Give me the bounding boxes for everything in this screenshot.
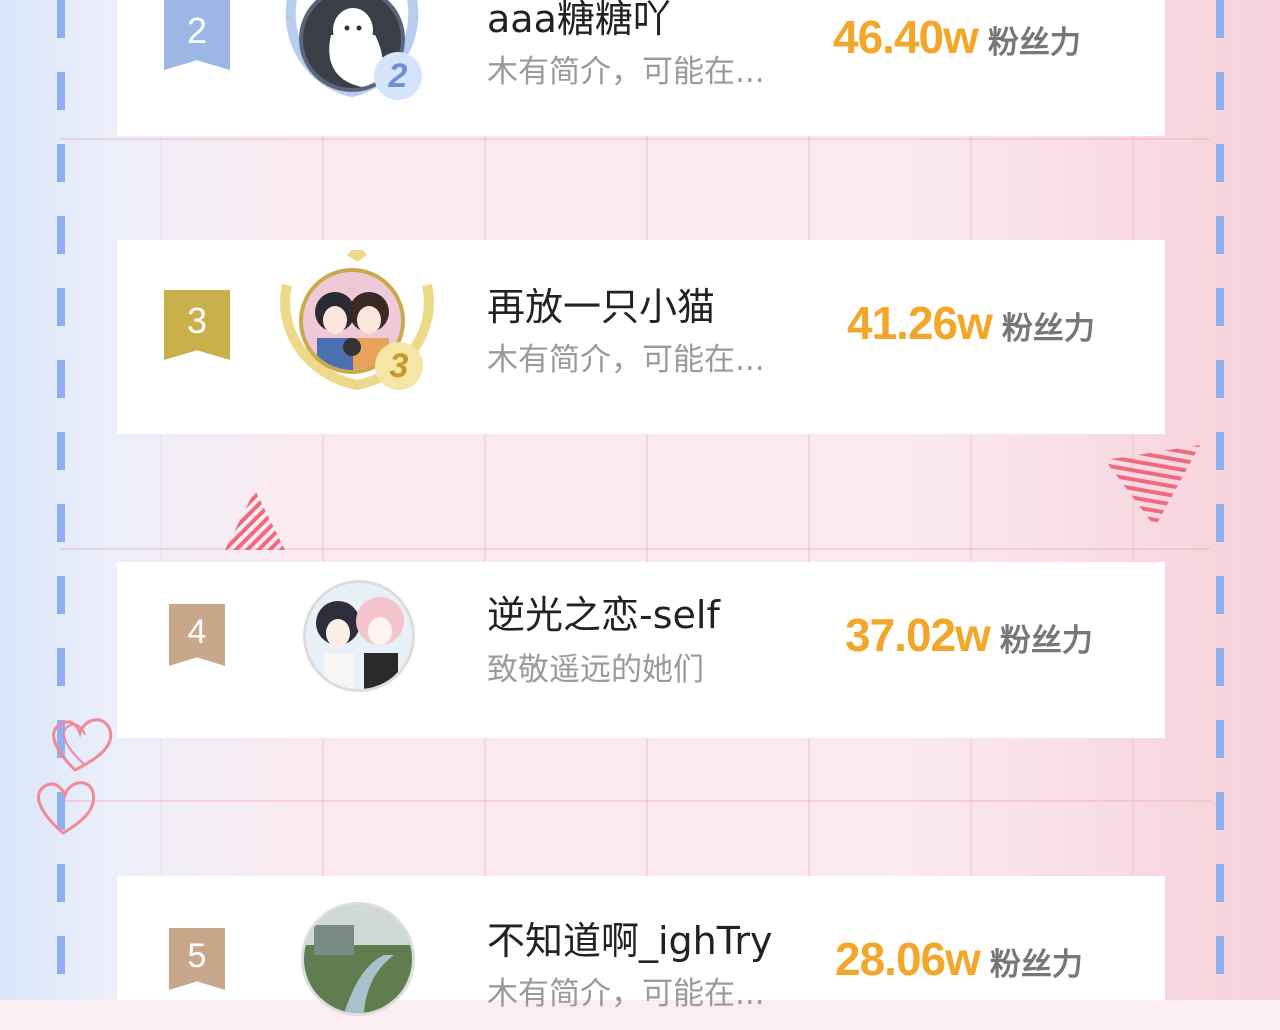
- anime-avatar-icon: [303, 580, 415, 692]
- ranking-row[interactable]: 3 3 再放一只小猫 木有简介，可能在... 41.26w 粉丝力: [117, 240, 1165, 434]
- rank-flag: 5: [169, 928, 225, 990]
- rank-badge: 3: [375, 342, 423, 390]
- page-background: [0, 0, 1280, 1000]
- score-value: 28.06w: [835, 933, 981, 985]
- user-bio: 木有简介，可能在...: [487, 54, 765, 90]
- fan-power-score: 41.26w 粉丝力: [847, 296, 1095, 350]
- fan-power-score: 28.06w 粉丝力: [835, 932, 1083, 986]
- ranking-row[interactable]: 5 不知道啊_ighTry 木有简介，可能在... 28.06w 粉丝力: [117, 876, 1165, 1016]
- rank-flag: 3: [164, 290, 230, 360]
- dashed-border-right: [1216, 0, 1224, 1000]
- rank-flag: 4: [169, 604, 225, 666]
- fan-power-score: 46.40w 粉丝力: [833, 10, 1081, 64]
- score-value: 41.26w: [847, 297, 993, 349]
- score-unit: 粉丝力: [999, 623, 1093, 659]
- score-value: 37.02w: [845, 609, 991, 661]
- ranking-row[interactable]: 2 2 aaa糖糖吖 木有简介，可能在... 46.40w 粉丝力: [117, 0, 1165, 136]
- landscape-avatar-icon: [301, 902, 415, 1016]
- avatar[interactable]: [277, 568, 417, 708]
- dashed-border-left: [57, 0, 65, 1000]
- grid-line: [60, 800, 1210, 802]
- avatar[interactable]: [277, 890, 417, 1030]
- grid-line: [60, 138, 1210, 140]
- score-unit: 粉丝力: [989, 947, 1083, 983]
- ranking-row[interactable]: 4 逆光之恋-self 致敬遥远的她们 37.02w 粉丝力: [117, 562, 1165, 738]
- score-value: 46.40w: [833, 11, 979, 63]
- user-bio: 木有简介，可能在...: [487, 976, 765, 1012]
- username[interactable]: 逆光之恋-self: [487, 584, 720, 639]
- username[interactable]: 再放一只小猫: [487, 276, 715, 331]
- striped-triangle-decoration: [225, 490, 285, 550]
- score-unit: 粉丝力: [1001, 311, 1095, 347]
- user-bio: 木有简介，可能在...: [487, 342, 765, 378]
- striped-triangle-decoration: [1105, 445, 1200, 527]
- user-bio: 致敬遥远的她们: [487, 652, 704, 688]
- fan-power-score: 37.02w 粉丝力: [845, 608, 1093, 662]
- score-unit: 粉丝力: [987, 25, 1081, 61]
- username[interactable]: 不知道啊_ighTry: [487, 910, 773, 965]
- rank-badge: 2: [374, 52, 422, 100]
- rank-flag: 2: [164, 0, 230, 70]
- username[interactable]: aaa糖糖吖: [487, 0, 671, 43]
